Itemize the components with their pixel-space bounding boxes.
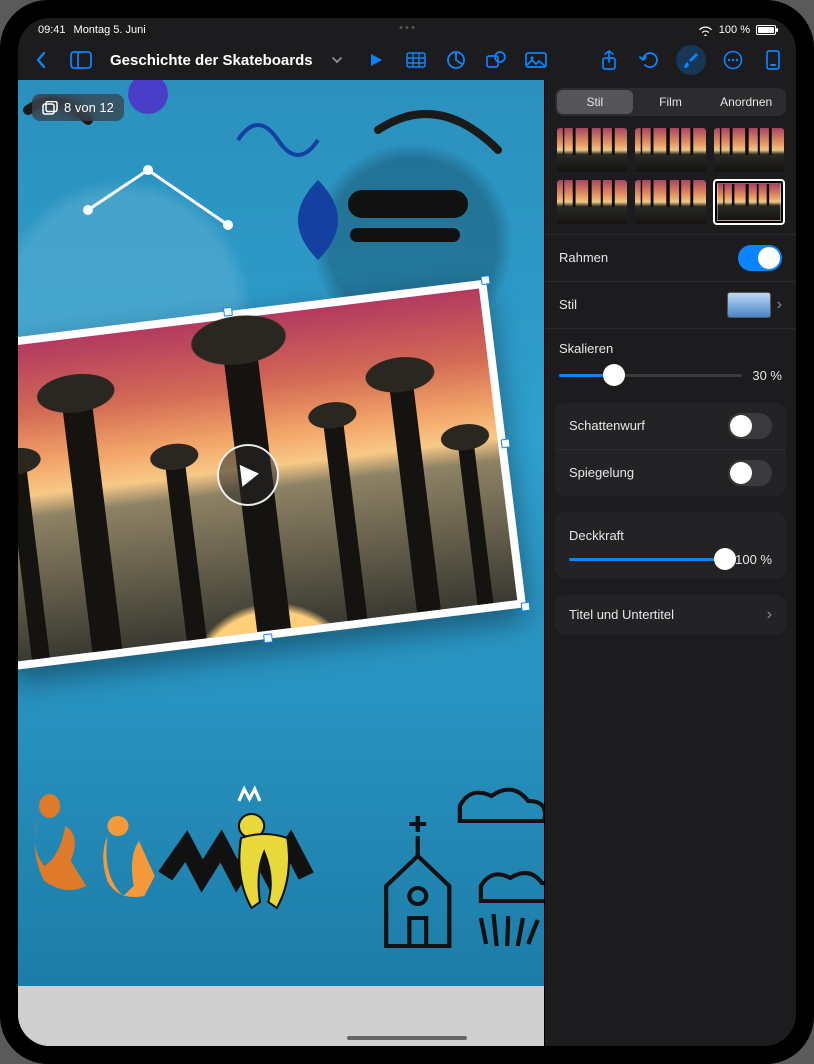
slide-counter[interactable]: 8 von 12 (32, 94, 124, 121)
style-preset[interactable] (635, 180, 705, 224)
opacity-value: 100 % (735, 552, 772, 567)
frame-scale-value: 30 % (752, 368, 782, 383)
frame-style-label: Stil (559, 297, 577, 312)
home-indicator[interactable] (347, 1036, 467, 1040)
title-subtitle-label: Titel und Untertitel (569, 607, 674, 622)
play-presentation-button[interactable] (363, 47, 389, 73)
frame-label: Rahmen (559, 250, 608, 265)
table-insert-button[interactable] (403, 47, 429, 73)
inspector-tabs: Stil Film Anordnen (555, 88, 786, 116)
opacity-label: Deckkraft (569, 528, 624, 543)
style-preset[interactable] (557, 180, 627, 224)
sidebar-toggle-button[interactable] (68, 47, 94, 73)
format-inspector: Stil Film Anordnen Rahmen (544, 80, 796, 1046)
resize-handle[interactable] (501, 438, 511, 448)
undo-button[interactable] (636, 47, 662, 73)
more-button[interactable] (720, 47, 746, 73)
share-button[interactable] (596, 47, 622, 73)
frame-style-swatch (727, 292, 771, 318)
chevron-right-icon: › (767, 606, 772, 624)
reflection-row: Spiegelung (555, 449, 786, 496)
status-date: Montag 5. Juni (74, 24, 146, 36)
slides-icon (42, 101, 58, 115)
title-subtitle-row[interactable]: Titel und Untertitel › (555, 595, 786, 635)
app-toolbar: Geschichte der Skateboards (18, 40, 796, 80)
chart-insert-button[interactable] (443, 47, 469, 73)
graffiti-art (18, 686, 544, 986)
document-settings-button[interactable] (760, 47, 786, 73)
style-preset[interactable] (557, 128, 627, 172)
shadow-row: Schattenwurf (555, 403, 786, 449)
battery-icon (756, 25, 776, 35)
frame-scale-row: Skalieren (545, 328, 796, 368)
tab-style[interactable]: Stil (557, 90, 633, 114)
resize-handle[interactable] (263, 633, 273, 643)
shadow-toggle[interactable] (728, 413, 772, 439)
reflection-toggle[interactable] (728, 460, 772, 486)
frame-scale-slider[interactable]: 30 % (545, 368, 796, 395)
wifi-icon (698, 25, 713, 36)
frame-row: Rahmen (545, 235, 796, 281)
status-bar: 09:41 Montag 5. Juni 100 % (18, 18, 796, 40)
tab-film[interactable]: Film (633, 90, 709, 114)
resize-handle[interactable] (521, 602, 531, 612)
battery-pct: 100 % (719, 24, 750, 36)
shape-insert-button[interactable] (483, 47, 509, 73)
media-insert-button[interactable] (523, 47, 549, 73)
style-preset[interactable] (714, 128, 784, 172)
frame-style-row[interactable]: Stil › (545, 281, 796, 328)
opacity-row: Deckkraft (555, 512, 786, 552)
slide-counter-text: 8 von 12 (64, 100, 114, 115)
document-title[interactable]: Geschichte der Skateboards (110, 52, 313, 69)
resize-handle[interactable] (223, 307, 233, 317)
slide-canvas[interactable]: 8 von 12 (18, 80, 544, 1046)
frame-scale-label: Skalieren (559, 341, 613, 356)
back-button[interactable] (28, 47, 54, 73)
style-preset-selected[interactable] (714, 180, 784, 224)
format-brush-button[interactable] (676, 45, 706, 75)
opacity-slider[interactable]: 100 % (555, 552, 786, 579)
status-time: 09:41 (38, 24, 66, 36)
chevron-right-icon: › (777, 296, 782, 314)
style-preset[interactable] (635, 128, 705, 172)
resize-handle[interactable] (481, 275, 491, 285)
tab-arrange[interactable]: Anordnen (708, 90, 784, 114)
title-chevron-icon[interactable] (331, 51, 343, 69)
video-object[interactable] (18, 280, 526, 671)
shadow-label: Schattenwurf (569, 418, 645, 433)
style-presets (545, 122, 796, 234)
reflection-label: Spiegelung (569, 465, 634, 480)
frame-toggle[interactable] (738, 245, 782, 271)
multitasking-dots[interactable] (400, 26, 415, 29)
